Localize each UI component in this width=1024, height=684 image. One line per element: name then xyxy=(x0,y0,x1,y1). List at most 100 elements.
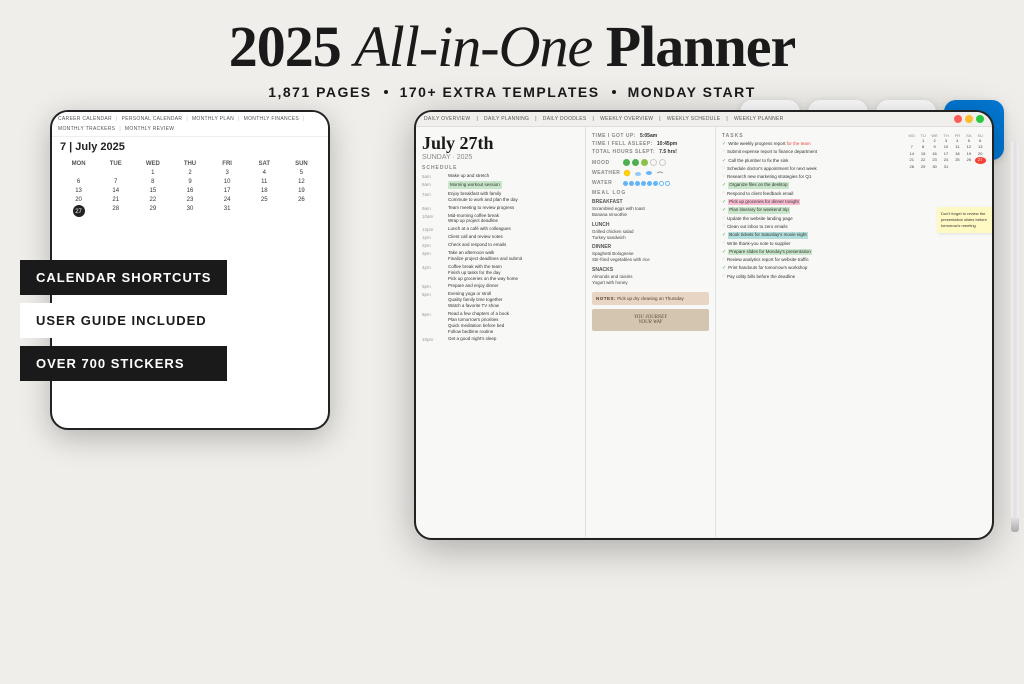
mood-label: MOOD xyxy=(592,160,620,166)
water-8 xyxy=(665,181,670,186)
close-button[interactable] xyxy=(954,115,962,123)
time-got-up-row: TIME I GOT UP: 5:05am xyxy=(592,133,709,139)
badge-stickers: OVER 700 STICKERS xyxy=(20,346,227,381)
weather-label: WEATHER xyxy=(592,170,620,176)
sched-item-7am: 7am Enjoy breakfast with familyCommute t… xyxy=(422,191,579,203)
mood-circle-3 xyxy=(641,159,648,166)
tab-sep4: | xyxy=(659,116,661,122)
day-fri: FRI xyxy=(209,161,246,167)
nav-finances[interactable]: MONTHLY FINANCES xyxy=(244,116,299,122)
rain-icon xyxy=(645,169,653,177)
tab-doodles[interactable]: DAILY DOODLES xyxy=(543,116,587,122)
task-12: ✓ Book tickets for Saturday's movie nigh… xyxy=(722,232,986,238)
planner-mid-col: TIME I GOT UP: 5:05am TIME I FELL ASLEEP… xyxy=(586,127,716,537)
calendar-grid: MON TUE WED THU FRI SAT SUN 1 2 3 xyxy=(52,157,328,222)
mood-circle-4 xyxy=(650,159,657,166)
meal-header: MEAL LOG xyxy=(592,190,709,196)
badge-calendar: CALENDAR SHORTCUTS xyxy=(20,260,227,295)
sched-item-1pm: 1pm Client call and review notes xyxy=(422,234,579,240)
sched-item-3pm: 3pm Take an afternoon walkFinalize proje… xyxy=(422,250,579,262)
water-1 xyxy=(623,181,628,186)
cal-week-5: 27 28 29 30 31 xyxy=(60,205,320,217)
calendar-nav: CAREER CALENDAR | PERSONAL CALENDAR | MO… xyxy=(52,112,328,137)
task-13: ○ Write thank-you note to supplier xyxy=(722,241,986,247)
planner-body: July 27th SUNDAY · 2025 SCHEDULE 5am Wak… xyxy=(416,127,992,537)
time-asleep-row: TIME I FELL ASLEEP: 10:45pm xyxy=(592,141,709,147)
tab-daily-overview[interactable]: DAILY OVERVIEW xyxy=(424,116,470,122)
dot1 xyxy=(384,90,388,94)
task-2: ○ Submit expense report to finance depar… xyxy=(722,149,902,155)
nav-review[interactable]: MONTHLY REVIEW xyxy=(125,126,174,132)
footer-text: CHAPTER SUNDAY | CONTACT US | SHOP OUR C… xyxy=(424,540,565,541)
sched-item-8pm: 8pm Read a few chapters of a bookPlan to… xyxy=(422,311,579,334)
water-3 xyxy=(635,181,640,186)
planner-tasks-col: MOTUWETHFRSASU 123456 78910111213 141516… xyxy=(716,127,992,537)
main-title: 2025 All-in-One Planner xyxy=(229,18,796,76)
water-4 xyxy=(641,181,646,186)
lunch-label: LUNCH xyxy=(592,222,709,228)
cal-week-1: 1 2 3 4 5 xyxy=(60,169,320,177)
tab-weekly-planner[interactable]: WEEKLY PLANNER xyxy=(734,116,784,122)
top-bar-icons xyxy=(954,115,984,123)
task-8: ✓ Pick up groceries for dinner tonight xyxy=(722,199,986,205)
main-container: 2025 All-in-One Planner 1,871 PAGES 170+… xyxy=(0,0,1024,684)
sched-item-9am: 9am Team meeting to review progress xyxy=(422,205,579,211)
nav-personal[interactable]: PERSONAL CALENDAR xyxy=(122,116,183,122)
tool-3[interactable] xyxy=(951,539,957,540)
nav-trackers[interactable]: MONTHLY TRACKERS xyxy=(58,126,115,132)
day-sun: SUN xyxy=(283,161,320,167)
sched-item-5pm: 5pm Prepare and enjoy dinner xyxy=(422,283,579,289)
nav-monthly[interactable]: MONTHLY PLAN xyxy=(192,116,234,122)
subtitle-pages: 1,871 PAGES xyxy=(268,84,371,100)
total-sleep-row: TOTAL HOURS SLEPT: 7.5 hrs! xyxy=(592,149,709,155)
task-3: ✓ Call the plumber to fix the sink xyxy=(722,158,902,164)
cal-week-4: 20 21 22 23 24 25 26 xyxy=(60,196,320,204)
sched-item-12pm: 12pm Lunch at a café with colleagues xyxy=(422,226,579,232)
task-7: ○ Respond to client feedback email xyxy=(722,191,986,197)
breakfast-items: Scrambled eggs with toastBanana smoothie xyxy=(592,206,709,219)
subtitle-bar: 1,871 PAGES 170+ EXTRA TEMPLATES MONDAY … xyxy=(229,84,796,100)
title-brand: All-in-One xyxy=(354,14,592,79)
tool-4[interactable] xyxy=(960,539,966,540)
tab-daily-planning[interactable]: DAILY PLANNING xyxy=(484,116,529,122)
total-sleep: 7.5 hrs! xyxy=(659,149,677,155)
task-1: ✓ Write weekly progress report for the t… xyxy=(722,141,902,147)
title-area: 2025 All-in-One Planner 1,871 PAGES 170+… xyxy=(229,0,796,100)
left-side: CAREER CALENDAR | PERSONAL CALENDAR | MO… xyxy=(20,110,370,674)
tab-weekly-overview[interactable]: WEEKLY OVERVIEW xyxy=(600,116,653,122)
title-year: 2025 xyxy=(229,14,341,79)
tool-2[interactable] xyxy=(942,539,948,540)
day-thu: THU xyxy=(171,161,208,167)
cal-week-2: 6 7 8 9 10 11 12 xyxy=(60,178,320,186)
tab-weekly-schedule[interactable]: WEEKLY SCHEDULE xyxy=(667,116,721,122)
time-got-up: 5:05am xyxy=(640,133,657,139)
lunch-items: Grilled chicken saladTurkey sandwich xyxy=(592,229,709,242)
task-5: ○ Research new marketing strategies for … xyxy=(722,174,986,180)
badge-guide: USER GUIDE INCLUDED xyxy=(20,303,227,338)
water-5 xyxy=(647,181,652,186)
minimize-button[interactable] xyxy=(965,115,973,123)
snacks-label: SNACKS xyxy=(592,267,709,273)
water-7 xyxy=(659,181,664,186)
task-14: ✓ Prepare slides for Monday's presentati… xyxy=(722,249,986,255)
planner-schedule-col: July 27th SUNDAY · 2025 SCHEDULE 5am Wak… xyxy=(416,127,586,537)
apple-pencil xyxy=(1011,140,1019,520)
maximize-button[interactable] xyxy=(976,115,984,123)
day-wed: WED xyxy=(134,161,171,167)
tool-6[interactable] xyxy=(978,539,984,540)
sched-item-5am: 5am Wake up and stretch xyxy=(422,173,579,179)
task-6: ✓ Organize files on the desktop xyxy=(722,182,986,188)
wind-icon xyxy=(656,169,664,177)
breakfast-label: BREAKFAST xyxy=(592,199,709,205)
tool-5[interactable] xyxy=(969,539,975,540)
tool-1[interactable] xyxy=(933,539,939,540)
cal-week-3: 13 14 15 16 17 18 19 xyxy=(60,187,320,195)
sticky-note-text: Don't forget to review the presentation … xyxy=(941,211,987,228)
day-mon: MON xyxy=(60,161,97,167)
time-asleep: 10:45pm xyxy=(657,141,677,147)
sched-item-10pm: 10pm Get a good night's sleep xyxy=(422,336,579,342)
task-15: ○ Review analytics report for website tr… xyxy=(722,257,986,263)
nav-career[interactable]: CAREER CALENDAR xyxy=(58,116,112,122)
subtitle-templates: 170+ EXTRA TEMPLATES xyxy=(400,84,600,100)
sched-item-6pm: 6pm Evening yoga or strollQuality family… xyxy=(422,291,579,309)
